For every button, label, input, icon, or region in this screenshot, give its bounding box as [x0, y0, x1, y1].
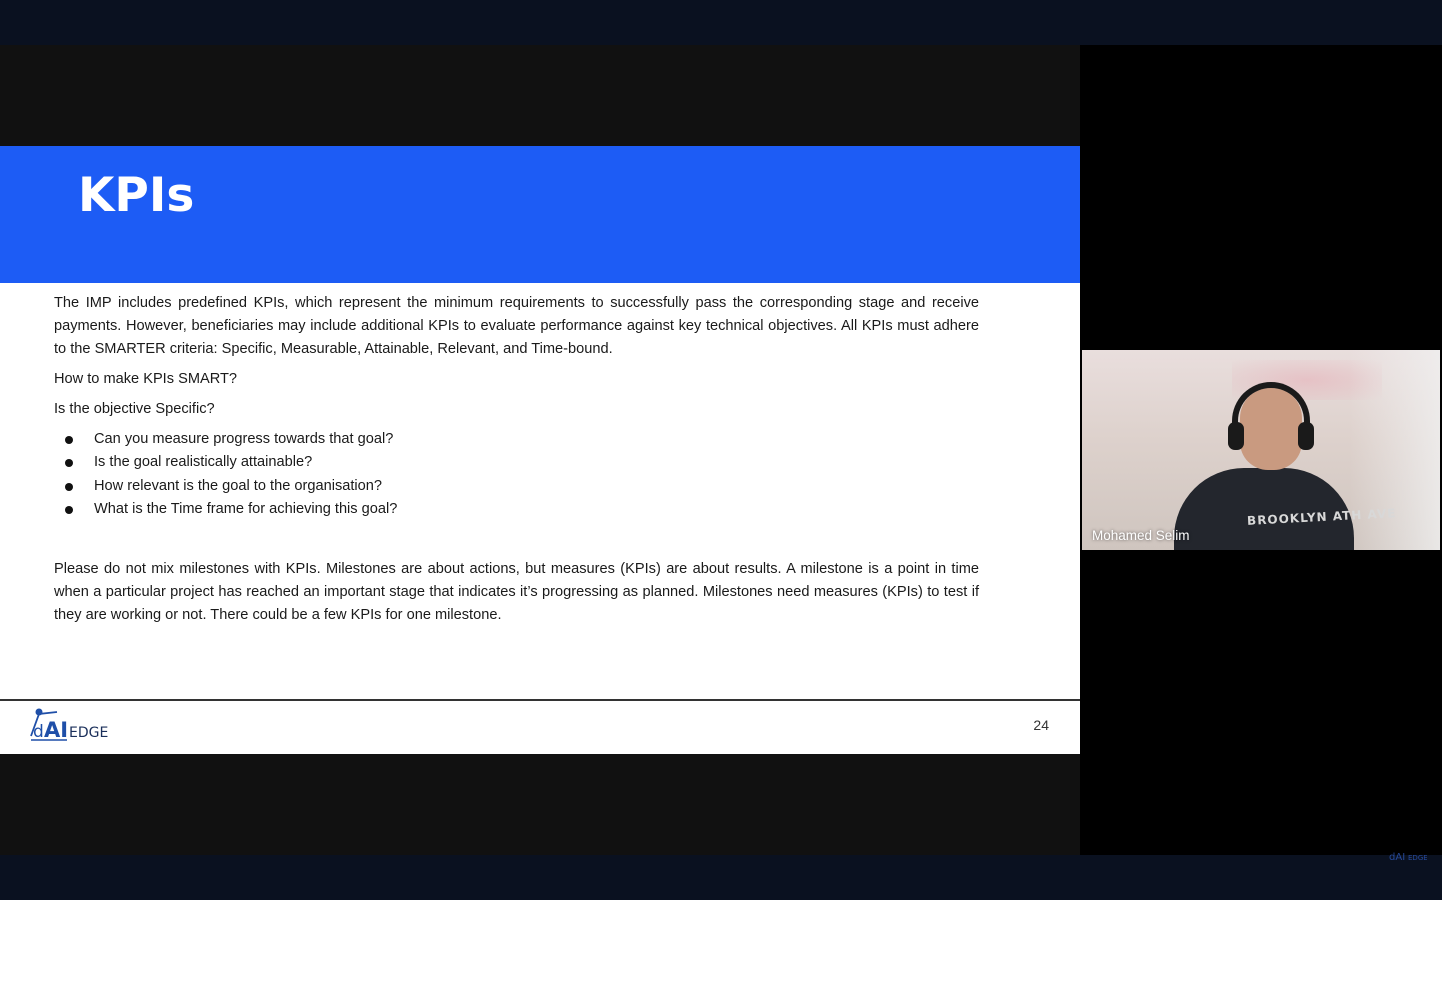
intro-paragraph: The IMP includes predefined KPIs, which …: [54, 295, 979, 357]
criteria-list: Can you measure progress towards that go…: [54, 428, 979, 521]
svg-text:dAI: dAI: [1389, 852, 1405, 863]
window-top-bar: [0, 0, 1442, 45]
svg-text:d: d: [33, 722, 44, 742]
milestones-paragraph: Please do not mix milestones with KPIs. …: [54, 561, 979, 624]
daiedge-logo: d AI EDGE: [30, 708, 108, 742]
headset-earcup-right: [1298, 422, 1314, 450]
participant-name-label: Mohamed Selim: [1092, 528, 1190, 543]
bullet-icon: [65, 482, 73, 491]
bullet-icon: [65, 436, 73, 444]
headset-earcup-left: [1228, 422, 1244, 450]
list-item: Is the goal realistically attainable?: [54, 451, 979, 474]
list-item: Can you measure progress towards that go…: [54, 428, 979, 451]
participant-video-tile[interactable]: BROOKLYN ATH AVE Mohamed Selim: [1082, 350, 1440, 550]
list-item: How relevant is the goal to the organisa…: [54, 475, 979, 498]
svg-text:AI: AI: [44, 718, 68, 742]
presentation-slide: KPIs The IMP includes predefined KPIs, w…: [0, 146, 1080, 754]
smart-question: How to make KPIs SMART?: [54, 371, 238, 387]
svg-text:EDGE: EDGE: [69, 725, 108, 741]
bullet-icon: [65, 505, 73, 514]
bullet-icon: [65, 459, 73, 468]
page-blank-area: [0, 900, 1442, 1003]
slide-header: KPIs: [0, 146, 1080, 283]
footer-divider: [0, 699, 1080, 701]
svg-text:EDGE: EDGE: [1408, 854, 1427, 862]
specific-question: Is the objective Specific?: [54, 401, 215, 417]
slide-number: 24: [1033, 717, 1049, 733]
list-item: What is the Time frame for achieving thi…: [54, 498, 979, 521]
daiedge-watermark-logo: dAI EDGE: [1389, 852, 1427, 863]
slide-title: KPIs: [78, 168, 195, 223]
window-bottom-bar: [0, 855, 1442, 900]
slide-body: The IMP includes predefined KPIs, which …: [54, 292, 979, 627]
